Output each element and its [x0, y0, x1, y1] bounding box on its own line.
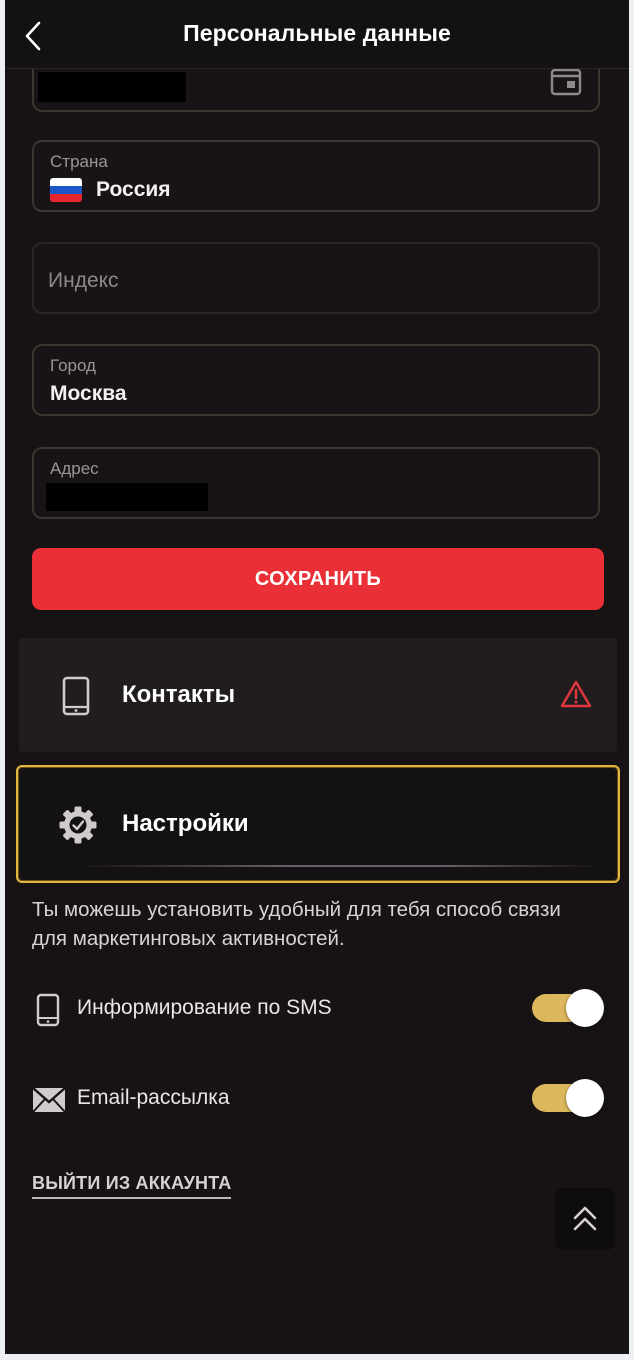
settings-title: Настройки: [122, 810, 249, 837]
email-preference-row: Email-рассылка: [32, 1077, 604, 1121]
top-bar: Персональные данные: [5, 0, 629, 69]
app-screen: Персональные данные Страна Россия Индекс…: [5, 0, 629, 1354]
country-field[interactable]: Страна Россия: [32, 140, 600, 212]
sms-toggle[interactable]: [532, 989, 604, 1027]
save-button[interactable]: СОХРАНИТЬ: [32, 548, 604, 610]
address-label: Адрес: [50, 459, 99, 478]
toggle-knob: [566, 989, 604, 1027]
email-toggle[interactable]: [532, 1079, 604, 1117]
scroll-to-top-button[interactable]: [555, 1188, 615, 1250]
settings-description: Ты можешь установить удобный для тебя сп…: [32, 898, 561, 950]
sms-preference-row: Информирование по SMS: [32, 987, 604, 1031]
smartphone-icon: [62, 676, 90, 716]
city-label: Город: [50, 356, 96, 375]
country-value: Россия: [96, 178, 171, 201]
calendar-icon[interactable]: [550, 68, 582, 96]
warning-triangle-icon: [560, 680, 592, 708]
redacted-value: [46, 483, 208, 511]
city-value: Москва: [50, 382, 127, 405]
zip-placeholder: Индекс: [48, 269, 119, 292]
settings-section[interactable]: Настройки: [16, 765, 620, 883]
redacted-value: [38, 72, 186, 102]
gear-check-icon: [59, 806, 97, 844]
country-label: Страна: [50, 152, 108, 171]
smartphone-icon: [36, 993, 60, 1027]
envelope-icon: [32, 1087, 66, 1113]
city-field[interactable]: Город Москва: [32, 344, 600, 416]
divider: [78, 865, 598, 867]
zip-field[interactable]: Индекс: [32, 242, 600, 314]
toggle-knob: [566, 1079, 604, 1117]
russia-flag-icon: [50, 178, 82, 202]
sms-preference-label: Информирование по SMS: [77, 996, 332, 1019]
email-preference-label: Email-рассылка: [77, 1086, 230, 1109]
page-title: Персональные данные: [183, 20, 451, 46]
contacts-title: Контакты: [122, 681, 236, 708]
logout-link[interactable]: ВЫЙТИ ИЗ АККАУНТА: [32, 1173, 232, 1199]
double-chevron-up-icon: [573, 1206, 597, 1231]
contacts-section[interactable]: Контакты: [19, 638, 617, 752]
address-field[interactable]: Адрес: [32, 447, 600, 519]
